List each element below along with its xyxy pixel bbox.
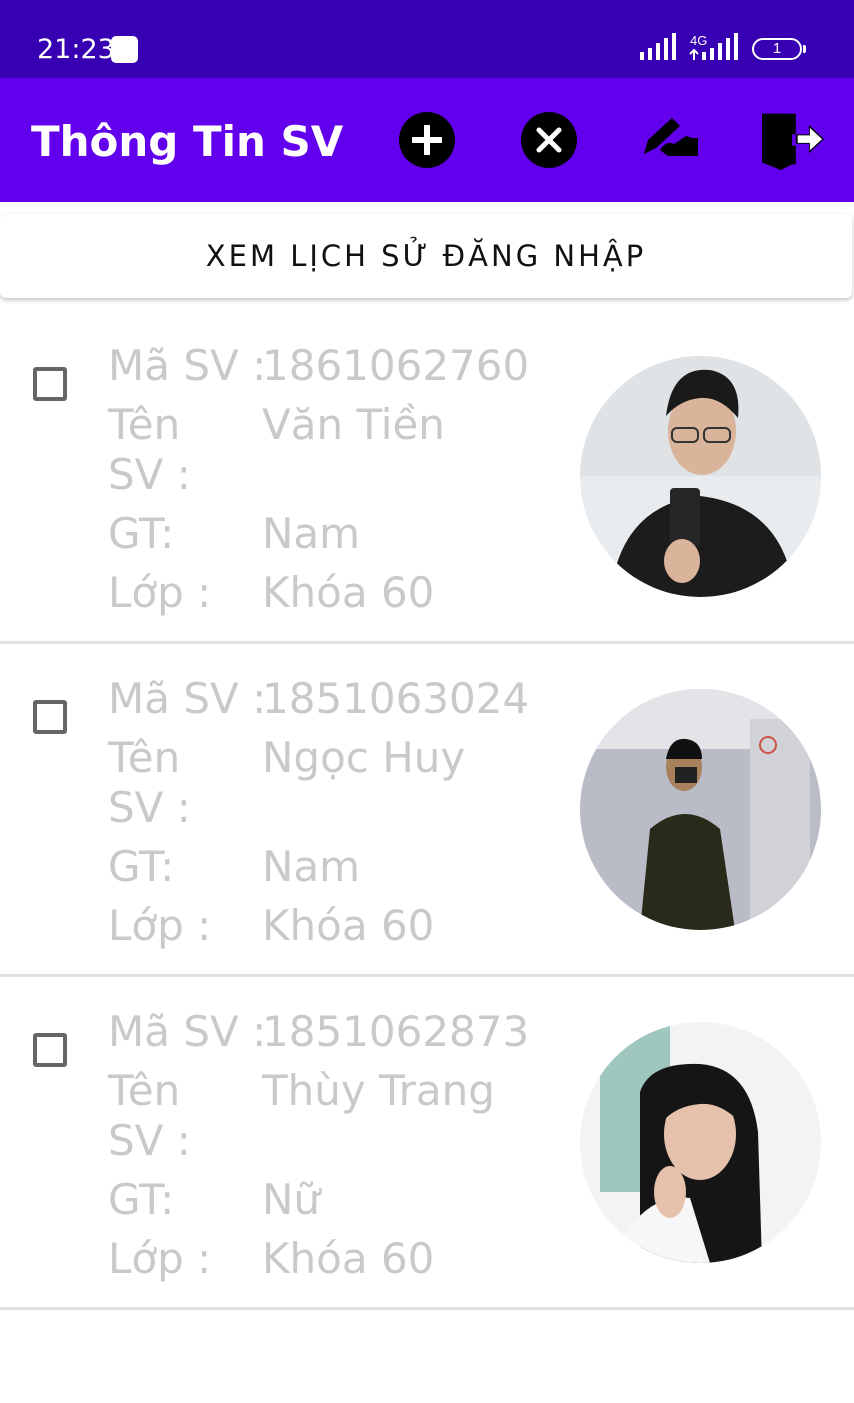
notification-icon: [111, 36, 138, 63]
student-gender-label: GT:: [108, 509, 175, 558]
avatar-photo: [580, 1022, 821, 1263]
student-gender-value: Nữ: [262, 1175, 321, 1224]
student-gender-value: Nam: [262, 842, 361, 891]
student-id-label: Mã SV :: [108, 341, 267, 390]
student-id-label: Mã SV :: [108, 674, 267, 723]
student-name-label: Tên SV :: [108, 400, 191, 499]
student-gender-value: Nam: [262, 509, 361, 558]
student-name-value: Thùy Trang: [262, 1066, 495, 1115]
student-list-item[interactable]: Mã SV : 1851062873 Tên SV : Thùy Trang G…: [0, 977, 854, 1310]
student-class-value: Khóa 60: [262, 568, 435, 617]
student-name-label: Tên SV :: [108, 733, 191, 832]
status-bar: 21:23 4G 1: [0, 0, 854, 78]
student-class-value: Khóa 60: [262, 1234, 435, 1283]
student-name-value: Văn Tiền: [262, 400, 445, 449]
delete-icon[interactable]: [519, 110, 579, 170]
student-list-item[interactable]: Mã SV : 1861062760 Tên SV : Văn Tiền GT:…: [0, 311, 854, 644]
student-checkbox[interactable]: [33, 1033, 67, 1067]
login-history-button[interactable]: XEM LỊCH SỬ ĐĂNG NHẬP: [0, 214, 852, 298]
student-class-label: Lớp :: [108, 901, 212, 950]
student-id-label: Mã SV :: [108, 1007, 267, 1056]
page-title: Thông Tin SV: [31, 117, 344, 166]
student-id-value: 1851062873: [262, 1007, 530, 1056]
student-list-item[interactable]: Mã SV : 1851063024 Tên SV : Ngọc Huy GT:…: [0, 644, 854, 977]
student-class-value: Khóa 60: [262, 901, 435, 950]
status-time: 21:23: [37, 34, 115, 65]
student-name-value: Ngọc Huy: [262, 733, 466, 782]
student-gender-label: GT:: [108, 842, 175, 891]
student-class-label: Lớp :: [108, 1234, 212, 1283]
app-bar: Thông Tin SV: [0, 78, 854, 202]
avatar-photo: [580, 689, 821, 930]
edit-icon[interactable]: [640, 110, 700, 170]
row-divider: [0, 1307, 854, 1310]
student-class-label: Lớp :: [108, 568, 212, 617]
signal-4g-icon: [689, 33, 738, 60]
student-gender-label: GT:: [108, 1175, 175, 1224]
avatar-photo: [580, 356, 821, 597]
add-icon[interactable]: [397, 110, 457, 170]
battery-icon: 1: [752, 38, 806, 60]
student-checkbox[interactable]: [33, 700, 67, 734]
logout-icon[interactable]: [758, 110, 828, 170]
student-id-value: 1851063024: [262, 674, 530, 723]
student-checkbox[interactable]: [33, 367, 67, 401]
student-name-label: Tên SV :: [108, 1066, 191, 1165]
signal-icon: [640, 33, 676, 60]
student-id-value: 1861062760: [262, 341, 530, 390]
